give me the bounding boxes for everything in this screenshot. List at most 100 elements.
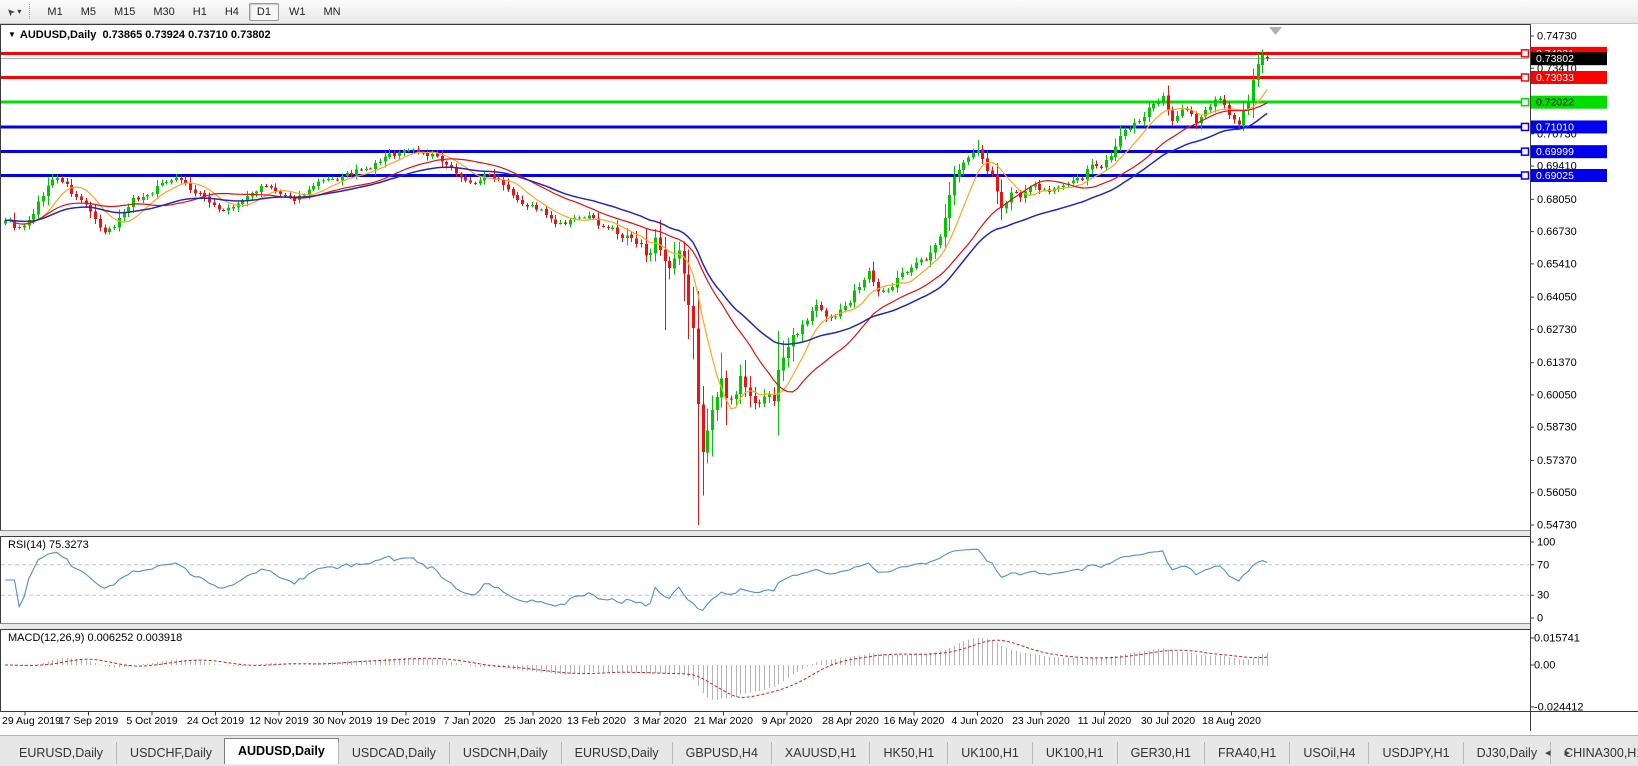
date-tick-label: 18 Aug 2020 [1202, 715, 1261, 727]
level-handle[interactable] [1522, 172, 1529, 179]
price-level-badge-label: 0.72022 [1536, 97, 1574, 109]
date-tick-label: 19 Dec 2019 [376, 715, 436, 727]
macd-tick-label: 0.00 [1534, 660, 1555, 672]
price-level-badge-label: 0.73033 [1536, 72, 1574, 84]
mt4-window: 0.747300.734100.707300.694100.680500.667… [0, 0, 1638, 766]
rsi-axis: 10070300 [1530, 537, 1555, 625]
date-tick-label: 13 Feb 2020 [567, 715, 626, 727]
price-tick-label: 0.57370 [1537, 455, 1577, 467]
rsi-tick-label: 100 [1537, 537, 1555, 549]
timeframe-toolbar: ➤ ▾ M1M5M15M30H1H4D1W1MN [0, 0, 1638, 24]
price-tick-label: 0.68050 [1537, 194, 1577, 206]
macd-tick-label: 0.015741 [1534, 633, 1580, 645]
current-price-badge-label: 0.73802 [1536, 53, 1574, 65]
tab-scroll-left-icon[interactable]: ◂ [1545, 746, 1551, 759]
date-tick-label: 25 Jan 2020 [504, 715, 562, 727]
timeframe-button-mn[interactable]: MN [315, 3, 348, 21]
chart-title: ▼ AUDUSD,Daily 0.73865 0.73924 0.73710 0.… [8, 29, 271, 41]
price-tick-label: 0.62730 [1537, 324, 1577, 336]
rsi-indicator-label: RSI(14) 75.3273 [8, 539, 89, 551]
main-chart-panel[interactable] [1, 25, 1531, 531]
chart-tab-fra40-h1[interactable]: FRA40,H1 [1204, 742, 1289, 764]
chart-tab-eurusd-daily[interactable]: EURUSD,Daily [6, 742, 116, 764]
date-tick-label: 30 Jul 2020 [1141, 715, 1195, 727]
chart-tab-usdcad-daily[interactable]: USDCAD,Daily [338, 742, 449, 764]
price-tick-label: 0.56050 [1537, 487, 1577, 499]
date-tick-label: 9 Apr 2020 [762, 715, 813, 727]
chart-tab-audusd-daily[interactable]: AUDUSD,Daily [224, 738, 339, 764]
chart-tab-dj30-daily[interactable]: DJ30,Daily [1463, 742, 1550, 764]
date-tick-label: 29 Aug 2019 [2, 715, 61, 727]
date-tick-label: 28 Apr 2020 [822, 715, 879, 727]
chart-tab-usdchf-daily[interactable]: USDCHF,Daily [116, 742, 225, 764]
cursor-tool-icon[interactable]: ➤ [4, 5, 18, 19]
rsi-panel[interactable] [1, 537, 1531, 624]
level-handle[interactable] [1522, 50, 1529, 57]
chart-ohlc-readout: 0.73865 0.73924 0.73710 0.73802 [102, 29, 270, 41]
chart-tab-xauusd-h1[interactable]: XAUUSD,H1 [771, 742, 870, 764]
timeframe-button-m5[interactable]: M5 [73, 3, 104, 21]
date-tick-label: 21 Mar 2020 [694, 715, 753, 727]
timeframe-button-h1[interactable]: H1 [185, 3, 215, 21]
chart-tab-bar: EURUSD,DailyUSDCHF,DailyAUDUSD,DailyUSDC… [0, 735, 1638, 766]
timeframe-button-d1[interactable]: D1 [249, 3, 279, 21]
level-handle[interactable] [1522, 74, 1529, 81]
price-level-badge-label: 0.69025 [1536, 170, 1574, 182]
chart-canvas[interactable]: 0.747300.734100.707300.694100.680500.667… [0, 0, 1638, 766]
price-tick-label: 0.61370 [1537, 357, 1577, 369]
toolbar-grip[interactable] [29, 4, 31, 19]
date-tick-label: 17 Sep 2019 [59, 715, 119, 727]
price-tick-label: 0.60050 [1537, 389, 1577, 401]
level-handle[interactable] [1522, 148, 1529, 155]
date-tick-label: 24 Oct 2019 [187, 715, 244, 727]
symbol-dropdown-icon[interactable]: ▼ [8, 30, 16, 39]
timeframe-button-m15[interactable]: M15 [106, 3, 143, 21]
chart-symbol-label: AUDUSD,Daily [20, 29, 96, 41]
rsi-tick-label: 70 [1537, 559, 1549, 571]
price-tick-label: 0.65410 [1537, 258, 1577, 270]
date-tick-label: 11 Jul 2020 [1078, 715, 1132, 727]
date-tick-label: 12 Nov 2019 [249, 715, 309, 727]
rsi-tick-label: 30 [1537, 590, 1549, 602]
macd-axis: 0.015741 0.00 -0.024412 [1530, 633, 1584, 714]
chart-tab-uk100-h1[interactable]: UK100,H1 [947, 742, 1032, 764]
tab-scroll-controls: ◂ ▸ [1545, 746, 1570, 759]
date-tick-label: 5 Oct 2019 [126, 715, 178, 727]
price-tick-label: 0.66730 [1537, 226, 1577, 238]
chart-tab-gbpusd-h4[interactable]: GBPUSD,H4 [672, 742, 771, 764]
price-tick-label: 0.54730 [1537, 519, 1577, 531]
price-level-badge-label: 0.69999 [1536, 146, 1574, 158]
date-tick-label: 4 Jun 2020 [952, 715, 1004, 727]
timeframe-button-h4[interactable]: H4 [217, 3, 247, 21]
level-handle[interactable] [1522, 123, 1529, 130]
timeframe-button-group: M1M5M15M30H1H4D1W1MN [38, 3, 349, 21]
chart-tab-eurusd-daily[interactable]: EURUSD,Daily [561, 742, 672, 764]
macd-panel[interactable] [1, 630, 1531, 712]
date-tick-label: 7 Jan 2020 [444, 715, 496, 727]
chevron-down-icon[interactable]: ▾ [17, 7, 21, 16]
chart-tab-usoil-h4[interactable]: USOil,H4 [1289, 742, 1368, 764]
chart-tab-uk100-h1[interactable]: UK100,H1 [1032, 742, 1117, 764]
date-tick-label: 3 Mar 2020 [633, 715, 686, 727]
timeframe-button-m30[interactable]: M30 [145, 3, 182, 21]
tab-scroll-right-icon[interactable]: ▸ [1565, 746, 1571, 759]
chart-tab-ger30-h1[interactable]: GER30,H1 [1117, 742, 1204, 764]
price-tick-label: 0.58730 [1537, 422, 1577, 434]
level-handle[interactable] [1522, 99, 1529, 106]
chart-tabs: EURUSD,DailyUSDCHF,DailyAUDUSD,DailyUSDC… [6, 738, 1638, 764]
chart-tab-usdjpy-h1[interactable]: USDJPY,H1 [1368, 742, 1462, 764]
timeframe-button-m1[interactable]: M1 [39, 3, 70, 21]
price-tick-label: 0.64050 [1537, 292, 1577, 304]
price-level-badge-label: 0.71010 [1536, 121, 1574, 133]
time-axis: 29 Aug 201917 Sep 2019 5 Oct 2019 24 Oct 2… [2, 712, 1261, 728]
date-tick-label: 23 Jun 2020 [1012, 715, 1070, 727]
chart-tab-hk50-h1[interactable]: HK50,H1 [869, 742, 947, 764]
panel-splitter[interactable] [1, 624, 1531, 630]
date-tick-label: 16 May 2020 [884, 715, 945, 727]
timeframe-button-w1[interactable]: W1 [281, 3, 314, 21]
panel-splitter[interactable] [1, 531, 1531, 537]
price-tick-label: 0.74730 [1537, 31, 1577, 43]
date-tick-label: 30 Nov 2019 [313, 715, 373, 727]
macd-tick-label: -0.024412 [1534, 701, 1584, 713]
chart-tab-usdcnh-daily[interactable]: USDCNH,Daily [449, 742, 561, 764]
